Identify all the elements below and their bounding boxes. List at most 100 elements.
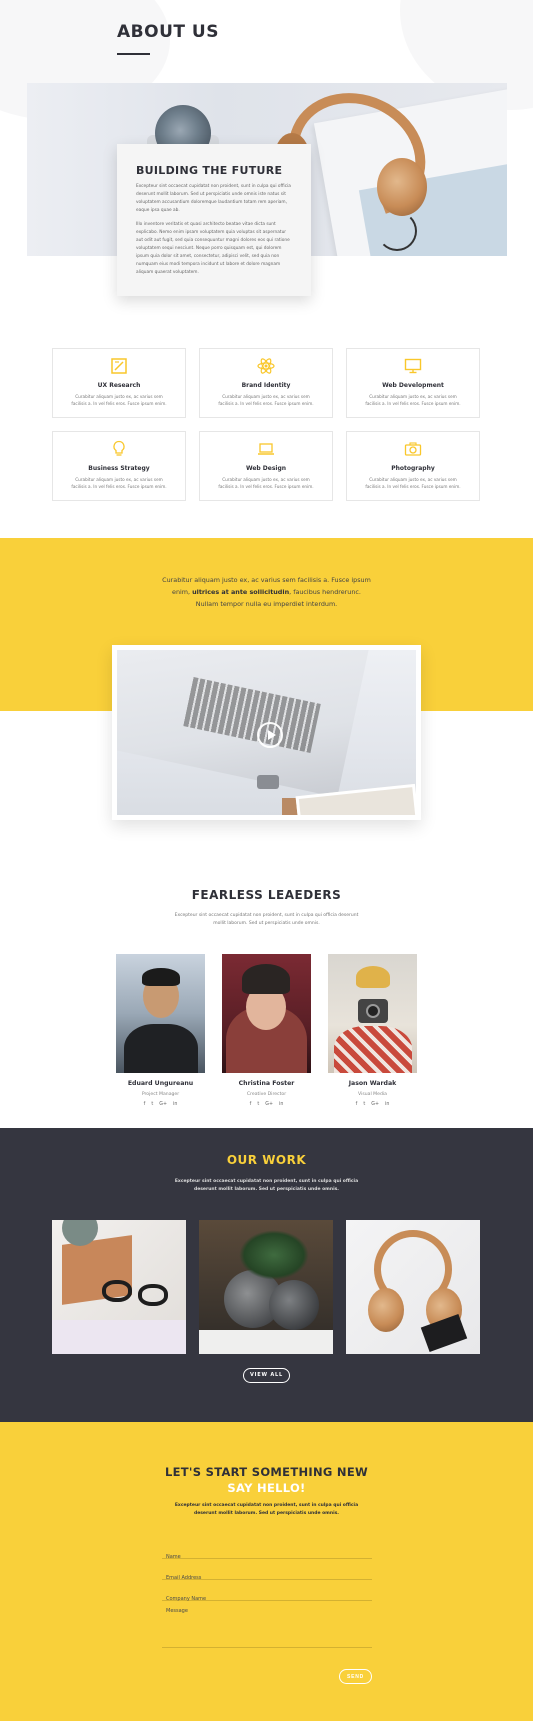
team-title: FEARLESS LEAEDERS: [191, 888, 342, 902]
headphone-earcup: [368, 1288, 404, 1332]
headphone-earcup: [377, 158, 427, 216]
monitor-icon: [404, 358, 422, 374]
intro-card: BUILDING THE FUTURE Excepteur sint occae…: [117, 144, 311, 296]
video-frame: [112, 645, 421, 820]
service-card-web-design[interactable]: Web Design Curabitur aliquam justo ex, a…: [199, 431, 333, 501]
member-role: Creative Director: [246, 1092, 287, 1097]
play-button-icon[interactable]: [257, 722, 283, 748]
service-card-business-strategy[interactable]: Business Strategy Curabitur aliquam just…: [52, 431, 186, 501]
linkedin-icon[interactable]: in: [279, 1102, 283, 1107]
watch-image: [257, 775, 279, 789]
member-photo: [222, 954, 311, 1073]
service-card-web-development[interactable]: Web Development Curabitur aliquam justo …: [346, 348, 480, 418]
title-underline: [117, 53, 150, 55]
view-all-button[interactable]: VIEW ALL: [243, 1368, 290, 1383]
social-links: f t G+ in: [222, 1102, 311, 1107]
team-members: Eduard Ungureanu Project Manager f t G+ …: [116, 954, 417, 1107]
work-subtitle: Excepteur sint occaecat cupidatat non pr…: [174, 1179, 359, 1192]
contact-subtitle-heading: SAY HELLO!: [227, 1481, 306, 1495]
headphone-cable: [377, 211, 417, 251]
contact-subtitle: Excepteur sint occaecat cupidatat non pr…: [174, 1503, 359, 1516]
name-input[interactable]: [162, 1549, 372, 1565]
member-hair: [142, 968, 180, 986]
atom-icon: [257, 358, 275, 374]
team-member: Eduard Ungureanu Project Manager f t G+ …: [116, 954, 205, 1107]
pencil-square-icon: [111, 358, 127, 374]
service-text: Curabitur aliquam justo ex, ac varius se…: [218, 394, 314, 406]
service-text: Curabitur aliquam justo ex, ac varius se…: [71, 477, 167, 489]
service-title: Business Strategy: [88, 465, 150, 472]
service-card-ux-research[interactable]: UX Research Curabitur aliquam justo ex, …: [52, 348, 186, 418]
message-textarea[interactable]: [162, 1606, 372, 1647]
work-image-plants[interactable]: [199, 1220, 333, 1354]
member-photo: [328, 954, 417, 1073]
linkedin-icon[interactable]: in: [385, 1102, 389, 1107]
pot: [269, 1280, 319, 1330]
member-photo: [116, 954, 205, 1073]
glasses-lens: [138, 1284, 168, 1306]
plant-leaves: [239, 1230, 309, 1280]
team-member: Jason Wardak Visual Media f t G+ in: [328, 954, 417, 1107]
service-card-photography[interactable]: Photography Curabitur aliquam justo ex, …: [346, 431, 480, 501]
google-plus-icon[interactable]: G+: [159, 1102, 167, 1107]
message-field: [162, 1606, 372, 1648]
linkedin-icon[interactable]: in: [173, 1102, 177, 1107]
email-input[interactable]: [162, 1570, 372, 1586]
work-image-glasses[interactable]: [52, 1220, 186, 1354]
intro-card-paragraph: Illo inventore veritatis et quasi archit…: [136, 222, 290, 275]
member-role: Visual Media: [358, 1092, 387, 1097]
facebook-icon[interactable]: f: [356, 1102, 358, 1107]
team-member: Christina Foster Creative Director f t G…: [222, 954, 311, 1107]
member-camera-lens: [366, 1004, 380, 1018]
service-title: Web Design: [245, 465, 287, 472]
facebook-icon[interactable]: f: [250, 1102, 252, 1107]
intro-card-paragraph: Excepteur sint occaecat cupidatat non pr…: [136, 184, 291, 213]
our-work-section: OUR WORK Excepteur sint occaecat cupidat…: [0, 1128, 533, 1422]
work-image-headphones[interactable]: [346, 1220, 480, 1354]
member-role: Project Manager: [141, 1092, 180, 1097]
service-title: Web Development: [382, 382, 444, 389]
google-plus-icon[interactable]: G+: [265, 1102, 273, 1107]
glasses-lens: [102, 1280, 132, 1302]
email-field: [162, 1564, 372, 1586]
social-links: f t G+ in: [328, 1102, 417, 1107]
twitter-icon[interactable]: t: [151, 1102, 153, 1107]
quote-emphasis: ultrices at ante sollicitudin: [192, 588, 290, 596]
contact-title: LET'S START SOMETHING NEW: [165, 1465, 368, 1479]
send-button[interactable]: SEND: [339, 1669, 372, 1684]
contact-section: LET'S START SOMETHING NEW SAY HELLO! Exc…: [0, 1422, 533, 1721]
page: ABOUT US BUILDING THE FUTURE Excepteur s…: [0, 0, 533, 1721]
member-body: [124, 1024, 198, 1073]
quote-text: Curabitur aliquam justo ex, ac varius se…: [160, 574, 373, 610]
twitter-icon[interactable]: t: [257, 1102, 259, 1107]
table-surface: [52, 1320, 186, 1354]
lightbulb-icon: [113, 440, 125, 456]
camera-icon: [404, 442, 422, 456]
member-hat: [356, 966, 390, 988]
name-field: [162, 1543, 372, 1565]
member-beanie: [242, 964, 290, 994]
member-name: Eduard Ungureanu: [127, 1080, 194, 1087]
video-player[interactable]: [117, 650, 416, 815]
google-plus-icon[interactable]: G+: [371, 1102, 379, 1107]
page-title: ABOUT US: [117, 22, 219, 42]
team-subtitle: Excepteur sint occaecat cupidatat non pr…: [174, 913, 359, 926]
company-input[interactable]: [162, 1591, 372, 1607]
laptop-icon: [258, 443, 274, 455]
about-section: ABOUT US BUILDING THE FUTURE Excepteur s…: [0, 0, 533, 320]
service-text: Curabitur aliquam justo ex, ac varius se…: [365, 477, 461, 489]
work-title: OUR WORK: [226, 1153, 307, 1167]
service-title: Brand Identity: [241, 382, 291, 389]
service-text: Curabitur aliquam justo ex, ac varius se…: [218, 477, 314, 489]
work-gallery: [52, 1220, 480, 1354]
intro-card-title: BUILDING THE FUTURE: [136, 164, 283, 177]
facebook-icon[interactable]: f: [144, 1102, 146, 1107]
book: [199, 1330, 333, 1354]
service-title: UX Research: [97, 382, 141, 389]
service-card-brand-identity[interactable]: Brand Identity Curabitur aliquam justo e…: [199, 348, 333, 418]
twitter-icon[interactable]: t: [363, 1102, 365, 1107]
member-body: [334, 1026, 412, 1073]
service-text: Curabitur aliquam justo ex, ac varius se…: [71, 394, 167, 406]
member-name: Jason Wardak: [348, 1080, 397, 1087]
service-text: Curabitur aliquam justo ex, ac varius se…: [365, 394, 461, 406]
